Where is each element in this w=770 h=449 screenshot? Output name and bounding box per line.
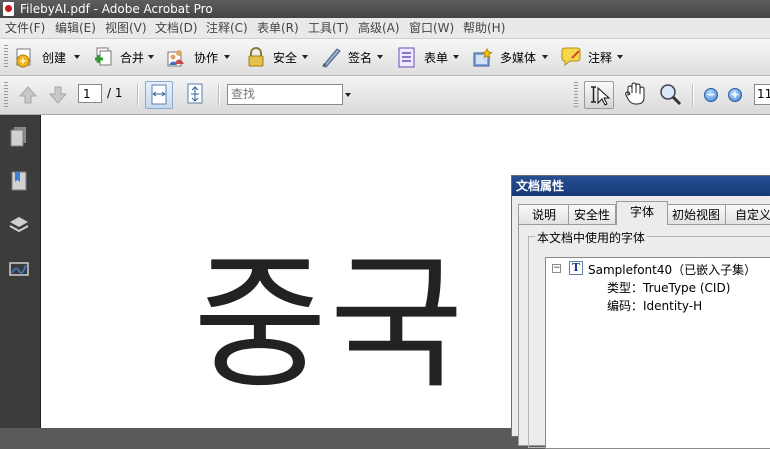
font-name[interactable]: Samplefont40（已嵌入子集） (588, 261, 756, 278)
chevron-down-icon (453, 55, 459, 59)
chevron-down-icon[interactable] (345, 93, 351, 97)
group-label: 本文档中使用的字体 (535, 229, 648, 246)
page-number-input[interactable]: 1 (78, 84, 102, 103)
navigation-panel (0, 115, 41, 428)
tab-description[interactable]: 说明 (518, 204, 570, 224)
sign-button[interactable]: 签名 (320, 44, 386, 70)
page-total: / 1 (107, 86, 123, 100)
menu-forms[interactable]: 表单(R) (257, 18, 299, 38)
menu-view[interactable]: 视图(V) (105, 18, 147, 38)
hand-tool-button[interactable] (620, 81, 650, 109)
toolbar-separator (218, 84, 220, 106)
menu-comments[interactable]: 注释(C) (206, 18, 248, 38)
hand-icon (625, 82, 645, 105)
chevron-down-icon (377, 55, 383, 59)
chevron-down-icon (148, 55, 154, 59)
comment-button[interactable]: 注释 (560, 44, 626, 70)
toolbar-grip[interactable] (574, 82, 578, 108)
menu-help[interactable]: 帮助(H) (463, 18, 505, 38)
menu-advanced[interactable]: 高级(A) (358, 18, 400, 38)
magnifier-icon (660, 84, 682, 106)
tasks-toolbar: 创建 合并 协作 安全 签名 表单 多媒体 注释 (0, 39, 770, 76)
tab-security[interactable]: 安全性 (568, 204, 616, 224)
fit-page-icon (187, 83, 203, 104)
zoom-in-icon[interactable]: + (728, 88, 742, 102)
layers-icon[interactable] (8, 213, 30, 237)
tab-fonts[interactable]: 字体 (616, 201, 668, 225)
zoom-out-icon[interactable]: − (704, 88, 718, 102)
window-title: FilebyAI.pdf - Adobe Acrobat Pro (20, 2, 213, 16)
bookmarks-icon[interactable] (8, 169, 30, 193)
toolbar-separator (137, 84, 139, 106)
fit-width-icon (151, 84, 167, 105)
menu-document[interactable]: 文档(D) (155, 18, 198, 38)
forms-button[interactable]: 表单 (396, 44, 462, 70)
document-properties-dialog: 文档属性 说明 安全性 字体 初始视图 自定义 本文档中使用的字体 − T Sa… (511, 175, 770, 449)
fit-width-button[interactable] (145, 81, 173, 109)
chevron-down-icon (617, 55, 623, 59)
toolbar-separator (692, 84, 694, 106)
combine-button[interactable]: 合并 (92, 44, 158, 70)
previous-page-icon[interactable] (18, 85, 38, 105)
collapse-toggle-icon[interactable]: − (552, 264, 561, 273)
create-icon (16, 48, 31, 68)
acrobat-pdf-icon (3, 2, 14, 16)
select-tool-button[interactable] (584, 81, 614, 109)
text-cursor-icon (591, 86, 611, 106)
fonts-group: 本文档中使用的字体 − T Samplefont40（已嵌入子集） 类型：Tru… (528, 229, 770, 449)
menu-window[interactable]: 窗口(W) (409, 18, 454, 38)
create-button[interactable]: 创建 (14, 44, 84, 70)
truetype-font-icon: T (569, 261, 583, 275)
font-encoding: 编码：Identity-H (607, 299, 703, 313)
fonts-tab-panel: 本文档中使用的字体 − T Samplefont40（已嵌入子集） 类型：Tru… (518, 224, 770, 449)
lock-icon (248, 47, 264, 67)
font-tree[interactable]: − T Samplefont40（已嵌入子集） 类型：TrueType (CID… (545, 257, 770, 449)
menu-bar: 文件(F) 编辑(E) 视图(V) 文档(D) 注释(C) 表单(R) 工具(T… (0, 18, 770, 39)
dialog-title[interactable]: 文档属性 (512, 176, 770, 196)
multimedia-button[interactable]: 多媒体 (472, 44, 552, 70)
fit-page-button[interactable] (182, 81, 210, 109)
multimedia-icon (473, 47, 493, 67)
chevron-down-icon (542, 55, 548, 59)
form-icon (398, 47, 415, 68)
comment-icon (561, 47, 581, 67)
combine-icon (95, 47, 112, 66)
chevron-down-icon (302, 55, 308, 59)
chevron-down-icon (224, 55, 230, 59)
title-bar: FilebyAI.pdf - Adobe Acrobat Pro (0, 0, 770, 18)
menu-edit[interactable]: 编辑(E) (55, 18, 96, 38)
toolbar-grip[interactable] (4, 82, 8, 108)
pages-icon[interactable] (8, 125, 30, 149)
document-text: 중국 (193, 239, 466, 409)
pen-icon (322, 48, 341, 68)
find-input[interactable]: 查找 (227, 84, 343, 105)
secure-button[interactable]: 安全 (245, 44, 311, 70)
menu-file[interactable]: 文件(F) (5, 18, 45, 38)
marquee-zoom-button[interactable] (656, 81, 686, 109)
chevron-down-icon (74, 55, 80, 59)
font-type: 类型：TrueType (CID) (607, 281, 731, 295)
tab-initial-view[interactable]: 初始视图 (666, 204, 726, 224)
collaborate-icon (167, 50, 184, 67)
next-page-icon[interactable] (48, 85, 68, 105)
toolbar-grip[interactable] (4, 45, 8, 69)
menu-tools[interactable]: 工具(T) (308, 18, 349, 38)
tab-custom[interactable]: 自定义 (725, 204, 770, 224)
signatures-icon[interactable] (8, 257, 30, 281)
collaborate-button[interactable]: 协作 (166, 44, 234, 70)
zoom-level-input[interactable]: 113 (754, 84, 770, 105)
